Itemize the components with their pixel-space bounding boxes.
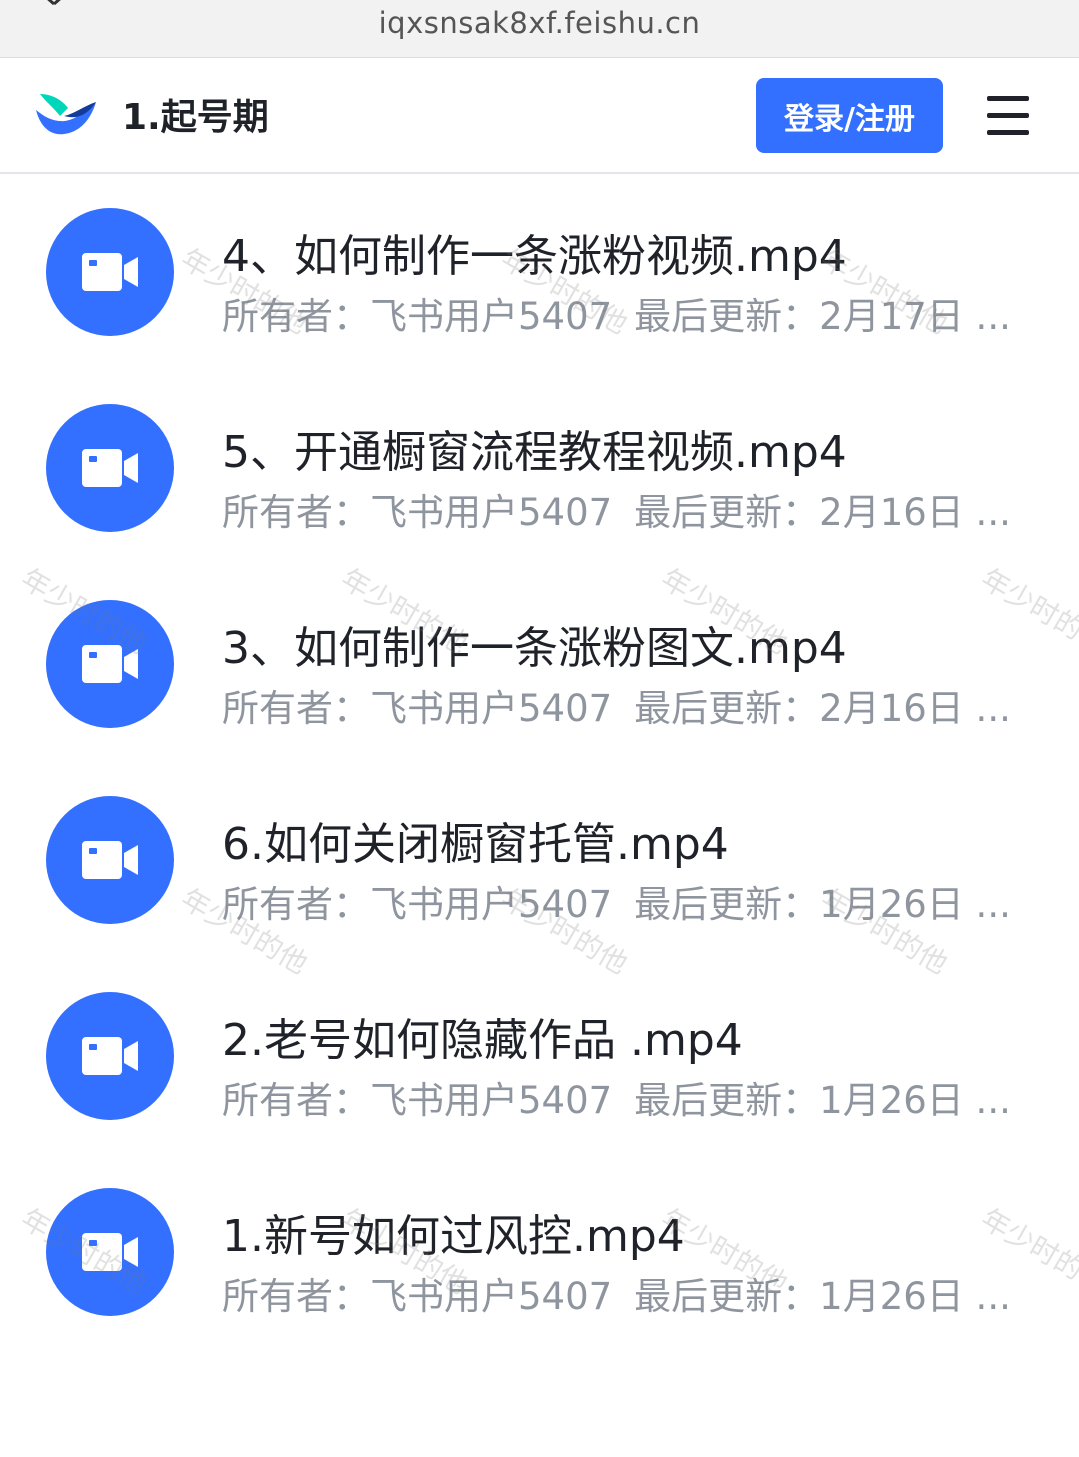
file-meta: 所有者：飞书用户5407 最后更新：1月26日 ... bbox=[222, 1070, 1022, 1124]
list-item[interactable]: 2.老号如何隐藏作品 .mp4 所有者：飞书用户5407 最后更新：1月26日 .… bbox=[0, 960, 1079, 1156]
file-name[interactable]: 4、如何制作一条涨粉视频.mp4 bbox=[222, 220, 847, 284]
file-meta: 所有者：飞书用户5407 最后更新：2月16日 ... bbox=[222, 482, 1022, 536]
file-updated: 最后更新：1月26日 ... bbox=[634, 883, 1011, 926]
file-owner: 所有者：飞书用户5407 bbox=[222, 883, 613, 926]
file-meta: 所有者：飞书用户5407 最后更新：2月16日 ... bbox=[222, 678, 1022, 732]
list-item[interactable]: 6.如何关闭橱窗托管.mp4 所有者：飞书用户5407 最后更新：1月26日 ..… bbox=[0, 764, 1079, 960]
file-meta: 所有者：飞书用户5407 最后更新：1月26日 ... bbox=[222, 1266, 1022, 1320]
video-file-icon bbox=[46, 208, 174, 336]
file-owner: 所有者：飞书用户5407 bbox=[222, 687, 613, 730]
browser-url-bar: iqxsnsak8xf.feishu.cn bbox=[0, 0, 1079, 58]
feishu-logo-icon bbox=[36, 94, 96, 135]
file-owner: 所有者：飞书用户5407 bbox=[222, 1079, 613, 1122]
file-name[interactable]: 1.新号如何过风控.mp4 bbox=[222, 1200, 685, 1264]
file-name[interactable]: 6.如何关闭橱窗托管.mp4 bbox=[222, 808, 729, 872]
file-updated: 最后更新：1月26日 ... bbox=[634, 1079, 1011, 1122]
hamburger-menu-icon[interactable] bbox=[987, 96, 1029, 136]
video-file-icon bbox=[46, 1188, 174, 1316]
file-owner: 所有者：飞书用户5407 bbox=[222, 1275, 613, 1318]
list-item[interactable]: 4、如何制作一条涨粉视频.mp4 所有者：飞书用户5407 最后更新：2月17日 … bbox=[0, 176, 1079, 372]
list-item[interactable]: 1.新号如何过风控.mp4 所有者：飞书用户5407 最后更新：1月26日 ... bbox=[0, 1156, 1079, 1352]
video-file-icon bbox=[46, 992, 174, 1120]
video-file-icon bbox=[46, 404, 174, 532]
file-name[interactable]: 2.老号如何隐藏作品 .mp4 bbox=[222, 1004, 743, 1068]
file-name[interactable]: 3、如何制作一条涨粉图文.mp4 bbox=[222, 612, 847, 676]
url-text[interactable]: iqxsnsak8xf.feishu.cn bbox=[0, 6, 1079, 40]
page-header: 1.起号期 登录/注册 bbox=[0, 58, 1079, 174]
file-updated: 最后更新：1月26日 ... bbox=[634, 1275, 1011, 1318]
file-updated: 最后更新：2月16日 ... bbox=[634, 687, 1011, 730]
video-file-icon bbox=[46, 600, 174, 728]
file-list: 4、如何制作一条涨粉视频.mp4 所有者：飞书用户5407 最后更新：2月17日 … bbox=[0, 176, 1079, 1352]
file-meta: 所有者：飞书用户5407 最后更新：1月26日 ... bbox=[222, 874, 1022, 928]
file-owner: 所有者：飞书用户5407 bbox=[222, 295, 613, 338]
file-meta: 所有者：飞书用户5407 最后更新：2月17日 ... bbox=[222, 286, 1022, 340]
list-item[interactable]: 3、如何制作一条涨粉图文.mp4 所有者：飞书用户5407 最后更新：2月16日 … bbox=[0, 568, 1079, 764]
file-updated: 最后更新：2月16日 ... bbox=[634, 491, 1011, 534]
file-owner: 所有者：飞书用户5407 bbox=[222, 491, 613, 534]
list-item[interactable]: 5、开通橱窗流程教程视频.mp4 所有者：飞书用户5407 最后更新：2月16日 … bbox=[0, 372, 1079, 568]
file-name[interactable]: 5、开通橱窗流程教程视频.mp4 bbox=[222, 416, 847, 480]
file-updated: 最后更新：2月17日 ... bbox=[634, 295, 1011, 338]
page-title: 1.起号期 bbox=[122, 97, 269, 138]
video-file-icon bbox=[46, 796, 174, 924]
login-register-button[interactable]: 登录/注册 bbox=[756, 78, 943, 153]
